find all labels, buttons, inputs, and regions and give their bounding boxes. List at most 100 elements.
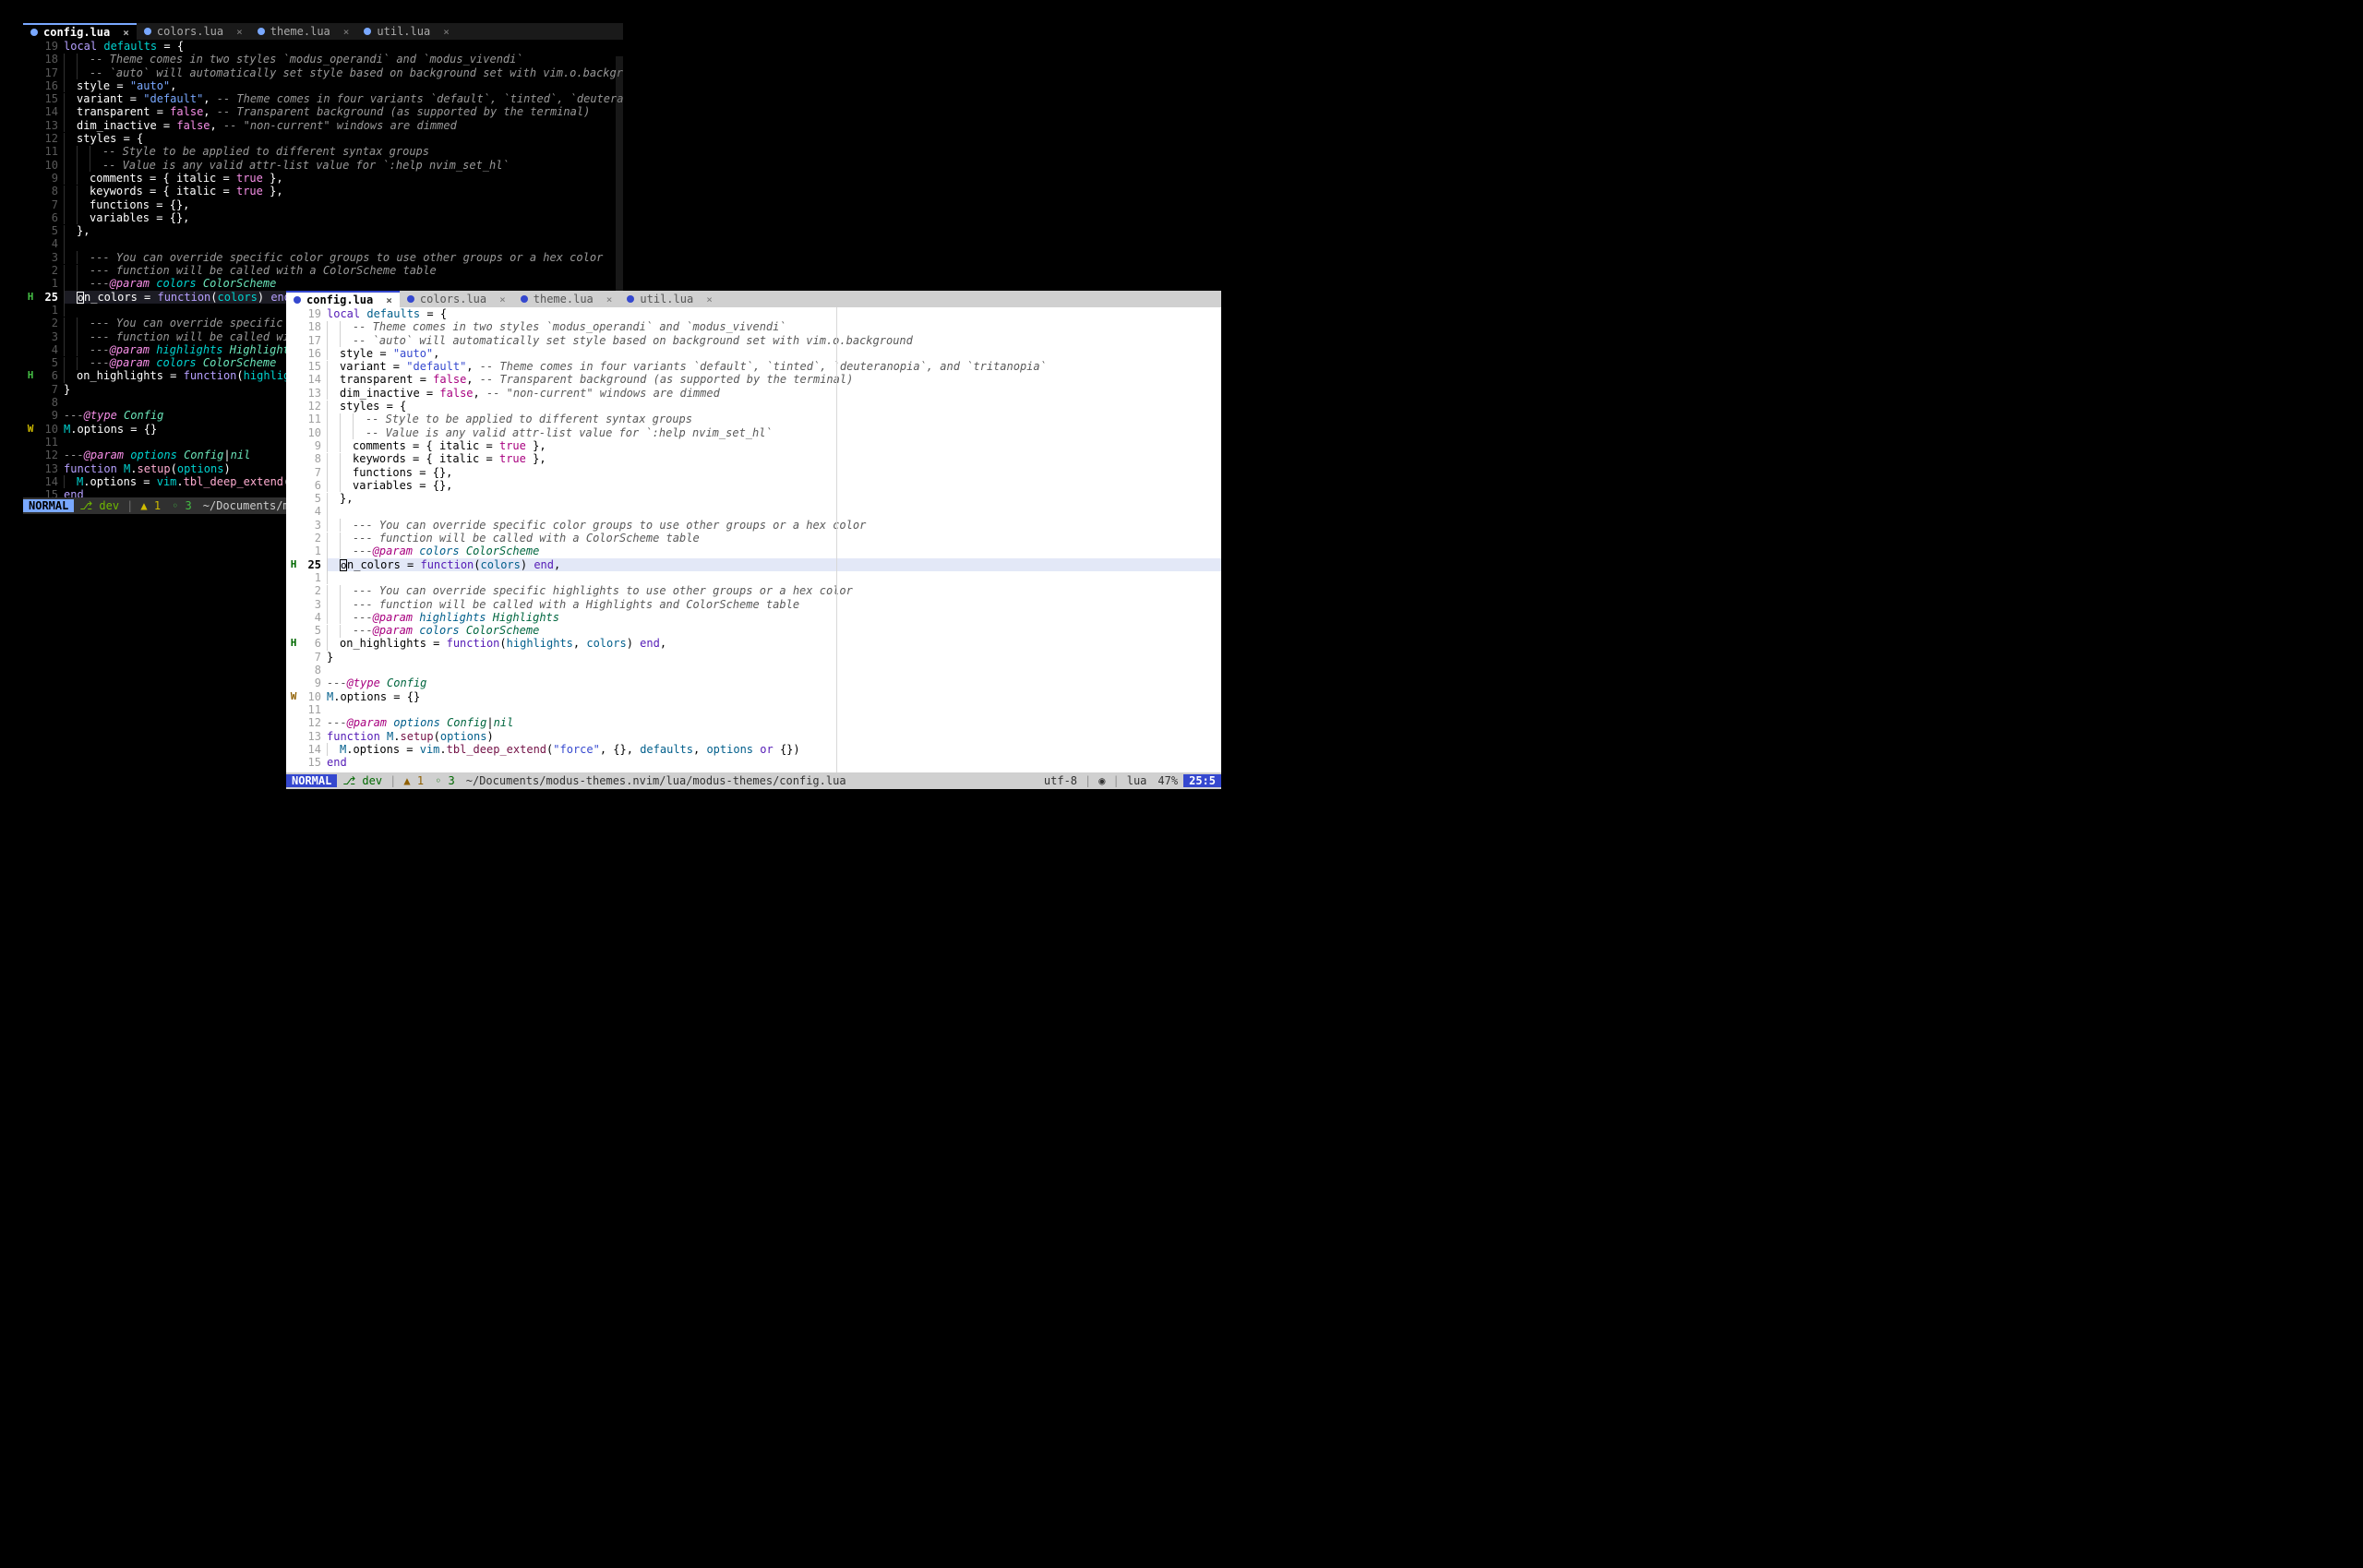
- line-number: 6: [301, 479, 321, 492]
- code-line[interactable]: --- function will be called with a Color…: [64, 264, 623, 277]
- code-line[interactable]: on_colors = function(colors) end,: [327, 558, 1221, 571]
- lua-icon: [144, 28, 151, 35]
- code-line[interactable]: on_highlights = function(highlights, col…: [327, 637, 1221, 650]
- code-line[interactable]: ---@param colors ColorScheme: [64, 277, 623, 290]
- code-line[interactable]: transparent = false, -- Transparent back…: [64, 105, 623, 118]
- sign-mark: [286, 307, 301, 320]
- sign-mark: [23, 409, 38, 422]
- code-line[interactable]: [327, 703, 1221, 716]
- code-line[interactable]: -- Style to be applied to different synt…: [327, 413, 1221, 425]
- code-line[interactable]: local defaults = {: [327, 307, 1221, 320]
- sign-mark: [286, 426, 301, 439]
- code-line[interactable]: variables = {},: [64, 211, 623, 224]
- code-line[interactable]: M.options = {}: [327, 690, 1221, 703]
- code-line[interactable]: styles = {: [64, 132, 623, 145]
- code-line[interactable]: },: [327, 492, 1221, 505]
- code-line[interactable]: --- function will be called with a Color…: [327, 532, 1221, 545]
- statusline-light: NORMAL ⎇ dev | ▲ 1 ◦ 3 ~/Documents/modus…: [286, 772, 1221, 789]
- code-line[interactable]: --- You can override specific color grou…: [64, 251, 623, 264]
- code-line[interactable]: },: [64, 224, 623, 237]
- tab-config-light[interactable]: config.lua×: [286, 291, 400, 307]
- code-line[interactable]: -- Value is any valid attr-list value fo…: [327, 426, 1221, 439]
- line-number: 15: [301, 756, 321, 769]
- tab-theme-dark[interactable]: theme.lua×: [250, 23, 357, 40]
- sign-mark: [286, 466, 301, 479]
- code-line[interactable]: function M.setup(options): [327, 730, 1221, 743]
- code-line[interactable]: -- Theme comes in two styles `modus_oper…: [64, 53, 623, 66]
- code-line[interactable]: M.options = vim.tbl_deep_extend("force",…: [327, 743, 1221, 756]
- code-line[interactable]: ---@param colors ColorScheme: [327, 545, 1221, 557]
- code-line[interactable]: transparent = false, -- Transparent back…: [327, 373, 1221, 386]
- close-icon[interactable]: ×: [443, 26, 450, 38]
- line-number: 19: [301, 307, 321, 320]
- line-number: 12: [38, 449, 58, 461]
- code-line[interactable]: local defaults = {: [64, 40, 623, 53]
- line-number: 1: [38, 277, 58, 290]
- code-line[interactable]: styles = {: [327, 400, 1221, 413]
- code-lines-light[interactable]: local defaults = {-- Theme comes in two …: [327, 307, 1221, 772]
- editor-light: config.lua× colors.lua× theme.lua× util.…: [286, 291, 1221, 789]
- close-icon[interactable]: ×: [343, 26, 350, 38]
- close-icon[interactable]: ×: [386, 294, 392, 306]
- code-line[interactable]: keywords = { italic = true },: [64, 185, 623, 197]
- line-number: 25: [38, 291, 58, 304]
- code-line[interactable]: ---@param colors ColorScheme: [327, 624, 1221, 637]
- code-line[interactable]: dim_inactive = false, -- "non-current" w…: [64, 119, 623, 132]
- tab-bar-light: config.lua× colors.lua× theme.lua× util.…: [286, 291, 1221, 307]
- close-icon[interactable]: ×: [236, 26, 243, 38]
- code-line[interactable]: -- `auto` will automatically set style b…: [64, 66, 623, 79]
- code-line[interactable]: comments = { italic = true },: [64, 172, 623, 185]
- code-line[interactable]: --- You can override specific highlights…: [327, 584, 1221, 597]
- code-line[interactable]: functions = {},: [327, 466, 1221, 479]
- line-number: 5: [301, 624, 321, 637]
- line-number: 13: [38, 119, 58, 132]
- code-line[interactable]: -- Style to be applied to different synt…: [64, 145, 623, 158]
- code-line[interactable]: style = "auto",: [64, 79, 623, 92]
- code-line[interactable]: variables = {},: [327, 479, 1221, 492]
- sign-mark: W: [286, 690, 301, 703]
- tab-colors-dark[interactable]: colors.lua×: [137, 23, 250, 40]
- code-line[interactable]: -- `auto` will automatically set style b…: [327, 334, 1221, 347]
- lua-icon: [521, 295, 528, 303]
- code-line[interactable]: }: [327, 651, 1221, 664]
- tab-theme-light[interactable]: theme.lua×: [513, 291, 620, 307]
- code-line[interactable]: dim_inactive = false, -- "non-current" w…: [327, 387, 1221, 400]
- code-line[interactable]: -- Value is any valid attr-list value fo…: [64, 159, 623, 172]
- sign-mark: [286, 624, 301, 637]
- code-line[interactable]: --- function will be called with a Highl…: [327, 598, 1221, 611]
- diagnostics-warn: ▲ 1: [398, 774, 429, 787]
- code-line[interactable]: ---@type Config: [327, 676, 1221, 689]
- line-number: 11: [38, 436, 58, 449]
- code-line[interactable]: keywords = { italic = true },: [327, 452, 1221, 465]
- close-icon[interactable]: ×: [499, 293, 506, 305]
- code-area-light[interactable]: HHW 191817161514131211109876543212512345…: [286, 307, 1221, 772]
- line-number: 3: [38, 330, 58, 343]
- sign-mark: [286, 611, 301, 624]
- tab-util-light[interactable]: util.lua×: [619, 291, 719, 307]
- line-number: 3: [38, 251, 58, 264]
- code-line[interactable]: -- Theme comes in two styles `modus_oper…: [327, 320, 1221, 333]
- code-line[interactable]: --- You can override specific color grou…: [327, 519, 1221, 532]
- code-line[interactable]: variant = "default", -- Theme comes in f…: [64, 92, 623, 105]
- code-line[interactable]: [64, 237, 623, 250]
- line-number: 15: [301, 360, 321, 373]
- mode-indicator: NORMAL: [23, 499, 74, 512]
- line-number: 4: [301, 505, 321, 518]
- code-line[interactable]: [327, 571, 1221, 584]
- tab-util-dark[interactable]: util.lua×: [356, 23, 456, 40]
- code-line[interactable]: comments = { italic = true },: [327, 439, 1221, 452]
- tab-colors-light[interactable]: colors.lua×: [400, 291, 513, 307]
- code-line[interactable]: ---@param options Config|nil: [327, 716, 1221, 729]
- code-line[interactable]: ---@param highlights Highlights: [327, 611, 1221, 624]
- close-icon[interactable]: ×: [123, 27, 129, 39]
- code-line[interactable]: variant = "default", -- Theme comes in f…: [327, 360, 1221, 373]
- tab-config-dark[interactable]: config.lua×: [23, 23, 137, 40]
- code-line[interactable]: functions = {},: [64, 198, 623, 211]
- code-line[interactable]: end: [327, 756, 1221, 769]
- close-icon[interactable]: ×: [606, 293, 613, 305]
- close-icon[interactable]: ×: [706, 293, 713, 305]
- code-line[interactable]: style = "auto",: [327, 347, 1221, 360]
- code-line[interactable]: [327, 664, 1221, 676]
- percent: 47%: [1152, 774, 1183, 787]
- code-line[interactable]: [327, 505, 1221, 518]
